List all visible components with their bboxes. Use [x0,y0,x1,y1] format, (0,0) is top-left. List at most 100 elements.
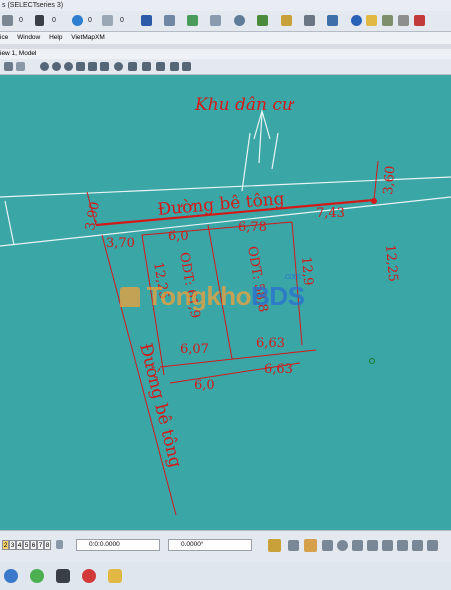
dim-6-07: 6,07 [180,342,209,357]
view-tab-8[interactable]: 8 [44,540,51,550]
view-next-icon[interactable] [128,62,137,71]
watermark: TongkhoBDS .com [120,271,305,312]
level-icon[interactable] [2,15,13,26]
view-title: iew 1, Model [0,49,451,59]
label-road-top: Đường bê tông [157,189,286,220]
menu-item-window[interactable]: Window [17,34,40,41]
shape-icon[interactable] [102,15,113,26]
dim-3-90: 3,90 [83,201,103,232]
main-toolbar: 0 0 0 0 [0,11,451,32]
view-tab-6[interactable]: 6 [30,540,37,550]
taskbar [0,562,451,590]
road-edge-line [4,200,15,246]
info-icon[interactable] [351,15,362,26]
image-icon[interactable] [210,15,221,26]
snap-origin-icon[interactable] [352,540,363,551]
dim-6-78: 6,78 [238,220,267,235]
fence-icon[interactable] [187,15,198,26]
style-value: 0 [88,17,92,24]
status-bar: 2 3 4 5 6 7 8 0:0:0.0000 0.0000° [0,530,451,562]
calculator-icon[interactable] [56,569,70,583]
watermark-text-1: Tongkho [146,281,252,311]
watermark-dotcom: .com [282,271,301,281]
folder-icon[interactable] [366,15,377,26]
delete-icon[interactable] [414,15,425,26]
zoom-in-icon[interactable] [40,62,49,71]
dim-6-63-a: 6,63 [256,336,285,351]
zoom-out-icon[interactable] [52,62,61,71]
watermark-logo-icon [120,287,140,307]
dim-7-43: 7,43 [316,206,345,221]
view-attributes-icon[interactable] [4,62,13,71]
pencil-icon[interactable] [327,15,338,26]
copy-view-icon[interactable] [142,62,151,71]
element-info-icon[interactable] [164,15,175,26]
keyin-icon[interactable] [56,540,63,549]
view-tab-2[interactable]: 2 [2,540,9,550]
fit-view-icon[interactable] [76,62,85,71]
snap-perpendicular-icon[interactable] [412,540,423,551]
watermark-text-2: BDS [251,281,305,311]
dim-6-0-top: 6,0 [168,229,189,244]
view-title-text: iew 1, Model [0,50,37,57]
globe-icon[interactable] [72,15,83,26]
reference-icon[interactable] [257,15,268,26]
angle-value: 0.0000° [181,541,204,548]
view-tab-7[interactable]: 7 [37,540,44,550]
snap-intersection-icon[interactable] [382,540,393,551]
view-previous-icon[interactable] [114,62,123,71]
road-edge-line [241,132,251,192]
drawing-canvas[interactable]: Khu dân cư Đường bê tông 3,60 3,90 3,70 … [0,75,451,530]
browser-icon[interactable] [30,569,44,583]
rotate-icon[interactable] [88,62,97,71]
snap-tangent-icon[interactable] [397,540,408,551]
dim-3-60: 3,60 [381,165,398,195]
snap-icon[interactable] [268,539,281,552]
menu-item-vietmap[interactable]: VietMapXM [71,34,104,41]
pan-icon[interactable] [100,62,109,71]
angle-field[interactable]: 0.0000° [168,539,252,551]
cloud-icon[interactable] [234,15,245,26]
survey-point [369,358,375,364]
dim-12-25-right: 12,25 [382,244,400,282]
road-edge-line [271,132,279,170]
snap-center-icon[interactable] [337,540,348,551]
window-title: s (SELECTseries 3) [0,0,451,11]
dim-6-63-b: 6,63 [264,362,293,377]
menu-item-help[interactable]: Help [49,34,62,41]
label-khu-dan-cu: Khu dân cư [194,95,295,115]
level-value: 0 [19,17,23,24]
menu-item-office[interactable]: ice [0,34,8,41]
x-coordinate-value: 0:0:0.0000 [89,541,120,548]
weight-value: 0 [52,17,56,24]
snap-bisector-icon[interactable] [367,540,378,551]
dim-6-0-bottom: 6,0 [194,378,215,393]
snap-parallel-icon[interactable] [427,540,438,551]
camera-app-icon[interactable] [82,569,96,583]
snap-keypoint-icon[interactable] [288,540,299,551]
select-icon[interactable] [141,15,152,26]
color-value: 0 [120,17,124,24]
x-coordinate-field[interactable]: 0:0:0.0000 [76,539,160,551]
camera-icon[interactable] [156,62,165,71]
display-style-icon[interactable] [182,62,191,71]
clip-volume-icon[interactable] [170,62,179,71]
view-toolbar [0,59,451,75]
window-area-icon[interactable] [64,62,73,71]
file-explorer-icon[interactable] [108,569,122,583]
snap-midpoint-icon[interactable] [322,540,333,551]
snap-nearest-icon[interactable] [304,539,317,552]
menu-bar: ice Window Help VietMapXM [0,32,451,44]
list-icon[interactable] [35,15,44,26]
dropdown-icon[interactable] [16,62,25,71]
start-icon[interactable] [4,569,18,583]
dim-3-70: 3,70 [106,236,135,251]
grid-icon[interactable] [398,15,409,26]
survey-point [371,198,377,204]
view-tab-3[interactable]: 3 [9,540,16,550]
view-tab-4[interactable]: 4 [16,540,23,550]
view-tab-5[interactable]: 5 [23,540,30,550]
layers-icon[interactable] [281,15,292,26]
image-edit-icon[interactable] [382,15,393,26]
tools-icon[interactable] [304,15,315,26]
